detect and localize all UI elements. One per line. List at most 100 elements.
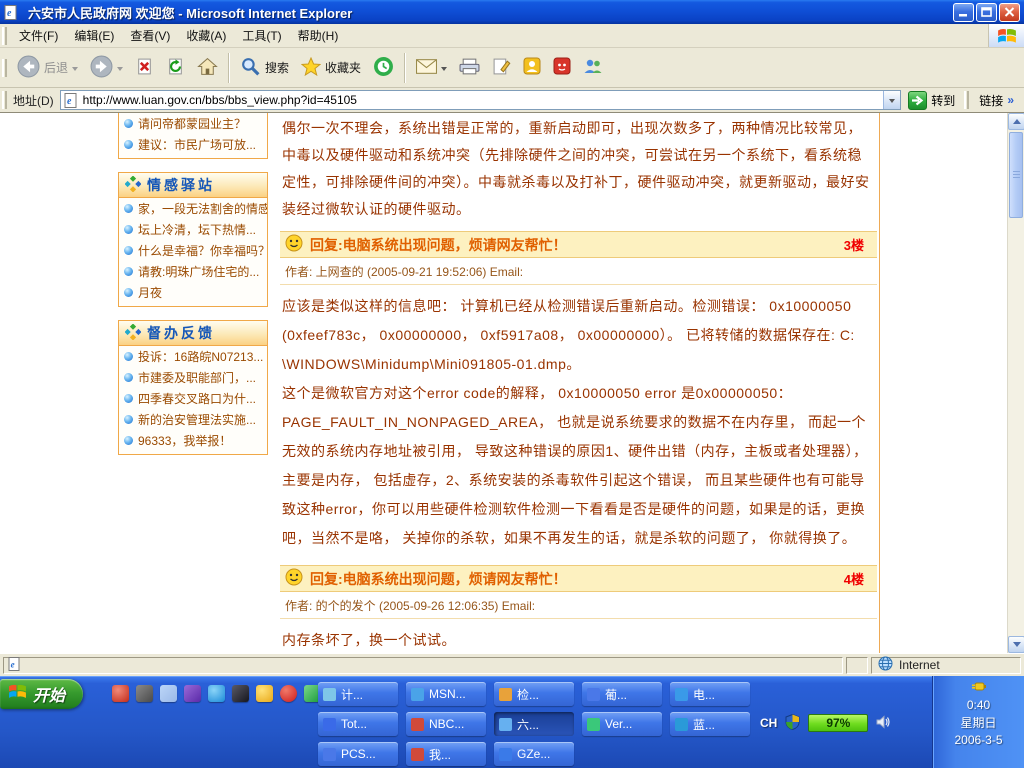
menu-tools[interactable]: 工具(T) (234, 24, 289, 47)
task-button[interactable]: GZe... (494, 742, 574, 766)
globe-icon (878, 656, 893, 674)
forum-sidebar: 请问帝都蒙园业主？ 建议：市民广场可放... 情感驿站 家，一段无法割舍的情感 … (118, 113, 268, 653)
task-button[interactable]: 电... (670, 682, 750, 706)
qq-button[interactable] (547, 54, 577, 81)
taskbar: 开始 计... MSN... 检... 葡... 电... Tot... NBC… (0, 676, 1024, 768)
battery-meter-badge[interactable]: 97% (808, 714, 868, 732)
quicklaunch-icon-7[interactable] (256, 685, 273, 702)
task-button[interactable]: 我... (406, 742, 486, 766)
task-button-active[interactable]: 六... (494, 712, 574, 736)
search-button[interactable]: 搜索 (234, 53, 295, 83)
quicklaunch-icon-1[interactable] (112, 685, 129, 702)
task-button[interactable]: 检... (494, 682, 574, 706)
task-button[interactable]: MSN... (406, 682, 486, 706)
scroll-down-button[interactable] (1008, 636, 1024, 653)
messenger-button[interactable] (517, 54, 547, 81)
history-button[interactable] (367, 53, 400, 83)
section-title: 情感驿站 (147, 175, 215, 195)
security-shield-icon[interactable] (785, 714, 800, 733)
task-icon (675, 718, 688, 731)
sidebar-topic-link[interactable]: 请问帝都蒙园业主？ (119, 113, 267, 134)
task-button[interactable]: 葡... (582, 682, 662, 706)
scroll-up-button[interactable] (1008, 113, 1024, 130)
sidebar-topic-link[interactable]: 四季春交叉路口为什... (119, 388, 267, 409)
mail-button[interactable] (410, 56, 453, 80)
quicklaunch-icon-8[interactable] (280, 685, 297, 702)
bullet-icon (124, 119, 133, 128)
close-button[interactable] (999, 3, 1020, 22)
sidebar-topic-link[interactable]: 市建委及职能部门，... (119, 367, 267, 388)
links-label: 链接 (979, 92, 1003, 109)
toolbar-grip[interactable] (964, 91, 969, 109)
address-dropdown-button[interactable] (883, 91, 900, 109)
forward-button[interactable] (84, 52, 129, 84)
vertical-scrollbar[interactable] (1007, 113, 1024, 653)
quicklaunch-icon-4[interactable] (184, 685, 201, 702)
reply-floor-badge: 4楼 (844, 569, 872, 588)
sidebar-topic-link[interactable]: 96333，我举报！ (119, 430, 267, 451)
address-input[interactable]: e http://www.luan.gov.cn/bbs/bbs_view.ph… (60, 90, 902, 110)
quicklaunch-icon-6[interactable] (232, 685, 249, 702)
stop-button[interactable] (129, 54, 160, 82)
flower-icon (125, 176, 141, 195)
task-label: NBC... (429, 717, 464, 731)
task-button[interactable]: 计... (318, 682, 398, 706)
smiley-icon (285, 234, 303, 255)
toolbar-grip[interactable] (2, 91, 7, 109)
task-icon (323, 718, 336, 731)
refresh-button[interactable] (160, 54, 191, 82)
volume-icon[interactable] (876, 715, 891, 732)
task-button[interactable]: PCS... (318, 742, 398, 766)
sidebar-topic-link[interactable]: 请教:明珠广场住宅的... (119, 261, 267, 282)
task-icon (587, 718, 600, 731)
task-button[interactable]: NBC... (406, 712, 486, 736)
contacts-button[interactable] (577, 55, 609, 81)
task-label: 葡... (605, 686, 627, 703)
edit-button[interactable] (486, 54, 517, 82)
sidebar-topic-link[interactable]: 投诉：16路皖N07213... (119, 346, 267, 367)
links-toolbar[interactable]: 链接 » (973, 92, 1020, 109)
start-button[interactable]: 开始 (0, 679, 83, 709)
maximize-button[interactable] (976, 3, 997, 22)
toolbar-grip[interactable] (2, 59, 7, 77)
menu-file[interactable]: 文件(F) (11, 24, 66, 47)
bullet-icon (124, 246, 133, 255)
sidebar-topic-link[interactable]: 坛上冷清，坛下热情... (119, 219, 267, 240)
forward-dropdown-icon (117, 67, 123, 71)
task-button[interactable]: Tot... (318, 712, 398, 736)
quicklaunch-icon-2[interactable] (136, 685, 153, 702)
sidebar-topic-link[interactable]: 新的治安管理法实施... (119, 409, 267, 430)
sidebar-section-emotion: 情感驿站 家，一段无法割舍的情感 坛上冷清，坛下热情... 什么是幸福？你幸福吗… (118, 172, 268, 307)
menu-help[interactable]: 帮助(H) (290, 24, 347, 47)
task-button[interactable]: Ver... (582, 712, 662, 736)
home-button[interactable] (191, 54, 224, 82)
task-icon (499, 748, 512, 761)
go-button[interactable]: 转到 (901, 91, 962, 110)
quicklaunch-icon-5[interactable] (208, 685, 225, 702)
sidebar-topic-link[interactable]: 建议：市民广场可放... (119, 134, 267, 155)
menu-bar: 文件(F) 编辑(E) 查看(V) 收藏(A) 工具(T) 帮助(H) (0, 24, 1024, 48)
zone-label: Internet (899, 658, 940, 672)
task-button[interactable]: 蓝... (670, 712, 750, 736)
toolbar-grip[interactable] (2, 27, 7, 45)
status-message-pane: e (3, 657, 843, 674)
scroll-thumb[interactable] (1009, 132, 1023, 218)
back-button[interactable]: 后退 (11, 52, 84, 84)
input-language-indicator[interactable]: CH (760, 716, 777, 730)
favorites-button[interactable]: 收藏夹 (295, 54, 367, 82)
sidebar-topic-link[interactable]: 家，一段无法割舍的情感 (119, 198, 267, 219)
print-button[interactable] (453, 55, 486, 81)
menu-edit[interactable]: 编辑(E) (66, 24, 122, 47)
minimize-button[interactable] (953, 3, 974, 22)
edit-icon (492, 57, 511, 79)
menu-favorites[interactable]: 收藏(A) (178, 24, 234, 47)
quicklaunch-icon-3[interactable] (160, 685, 177, 702)
sidebar-topic-link[interactable]: 月夜 (119, 282, 267, 303)
task-label: PCS... (341, 747, 376, 761)
back-dropdown-icon (72, 67, 78, 71)
menu-view[interactable]: 查看(V) (122, 24, 178, 47)
mail-dropdown-icon (441, 67, 447, 71)
print-icon (459, 58, 480, 78)
sidebar-topic-link[interactable]: 什么是幸福？你幸福吗？. (119, 240, 267, 261)
tray-clock[interactable]: 0:40 星期日 2006-3-5 (932, 676, 1024, 768)
